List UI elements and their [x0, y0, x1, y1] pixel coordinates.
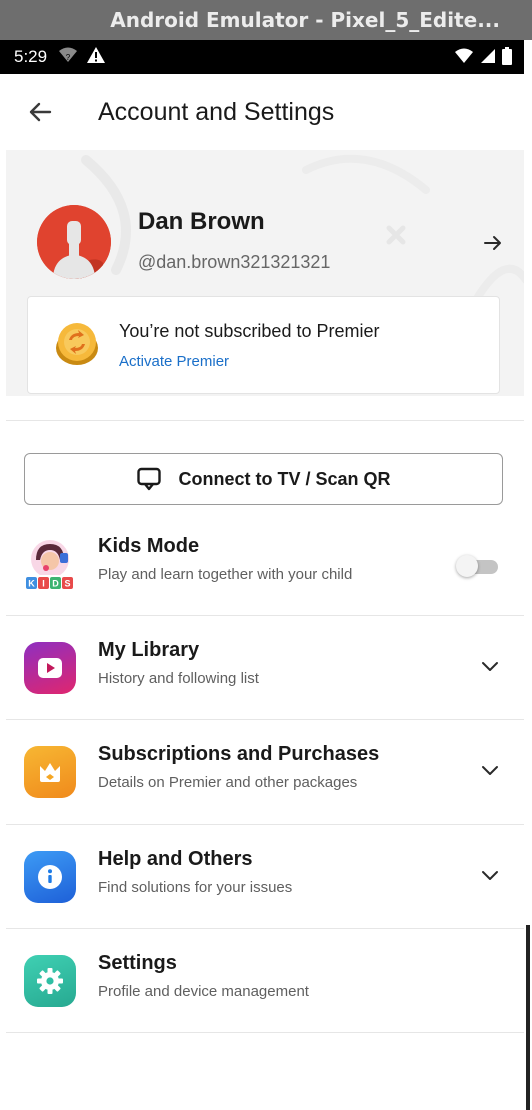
- signal-icon: [481, 49, 495, 63]
- menu-item-subtitle: Details on Premier and other packages: [98, 774, 358, 791]
- menu-item-settings[interactable]: Settings Profile and device management: [0, 929, 524, 1033]
- status-bar: 5:29 ?: [0, 40, 524, 74]
- back-button[interactable]: [24, 96, 56, 128]
- menu-item-title: My Library: [98, 639, 200, 661]
- premier-coin-icon: [56, 323, 98, 365]
- menu-item-subtitle: Play and learn together with your child: [98, 566, 353, 583]
- window-title-bar: Android Emulator - Pixel_5_Edite...: [0, 0, 532, 40]
- subscriptions-icon-tile: [24, 746, 76, 798]
- menu-item-title: Help and Others: [98, 848, 253, 870]
- profile-arrow[interactable]: [480, 230, 506, 256]
- help-icon-tile: [24, 851, 76, 903]
- warning-icon: [87, 47, 105, 63]
- wifi-icon: [455, 48, 473, 63]
- premier-coin: [54, 321, 100, 367]
- menu-item-subtitle: History and following list: [98, 670, 259, 687]
- kids-icon: K I D S: [24, 538, 76, 590]
- connect-tv-button[interactable]: Connect to TV / Scan QR: [24, 453, 503, 505]
- chevron-down-icon[interactable]: [480, 660, 500, 674]
- arrow-right-icon: [484, 236, 501, 250]
- menu-item-kids-mode[interactable]: K I D S Kids Mode Play and learn togethe…: [0, 512, 524, 616]
- chevron-down-icon[interactable]: [480, 869, 500, 883]
- library-icon-tile: [24, 642, 76, 694]
- profile-handle: @dan.brown321321321: [138, 252, 331, 272]
- svg-text:S: S: [64, 579, 70, 589]
- divider: [6, 1032, 524, 1033]
- kids-mode-toggle[interactable]: [456, 555, 500, 577]
- menu-item-title: Kids Mode: [98, 535, 200, 557]
- avatar: [37, 205, 111, 279]
- premier-card[interactable]: You’re not subscribed to Premier Activat…: [27, 296, 500, 394]
- settings-icon-tile: [24, 955, 76, 1007]
- kids-illustration: K I D S: [24, 540, 76, 590]
- page-title: Account and Settings: [98, 98, 335, 126]
- window-title: Android Emulator - Pixel_5_Edite...: [110, 8, 500, 32]
- emulator-edge-shadow: [526, 925, 530, 1110]
- menu-item-title: Subscriptions and Purchases: [98, 743, 380, 765]
- gear-icon: [37, 968, 63, 994]
- connect-tv-label: Connect to TV / Scan QR: [178, 468, 391, 489]
- info-icon: [38, 865, 62, 889]
- svg-text:?: ?: [66, 53, 71, 62]
- app-bar: Account and Settings: [0, 74, 524, 150]
- premier-status: You’re not subscribed to Premier: [119, 321, 380, 341]
- avatar-silhouette-icon: [37, 205, 111, 279]
- menu-item-subtitle: Profile and device management: [98, 983, 309, 1000]
- wifi-question-icon: ?: [59, 47, 77, 62]
- menu-item-subtitle: Find solutions for your issues: [98, 879, 293, 896]
- chevron-down-icon[interactable]: [480, 764, 500, 778]
- svg-text:K: K: [28, 579, 35, 589]
- menu-item-help[interactable]: Help and Others Find solutions for your …: [0, 825, 524, 929]
- menu-item-my-library[interactable]: My Library History and following list: [0, 616, 524, 720]
- tv-icon: [137, 467, 162, 491]
- menu-item-title: Settings: [98, 952, 177, 974]
- crown-icon: [40, 763, 60, 782]
- arrow-left-icon: [29, 102, 52, 122]
- emulator-edge: [524, 40, 532, 1110]
- status-time: 5:29: [14, 47, 48, 66]
- svg-text:I: I: [42, 579, 45, 589]
- play-library-icon: [38, 658, 62, 678]
- menu-item-subscriptions[interactable]: Subscriptions and Purchases Details on P…: [0, 720, 524, 824]
- svg-text:D: D: [52, 579, 59, 589]
- divider: [6, 420, 524, 421]
- profile-name: Dan Brown: [138, 208, 265, 235]
- toggle-knob: [456, 555, 478, 577]
- battery-icon: [502, 47, 512, 65]
- account-settings-screen: Account and Settings Dan Brown @dan.brow…: [0, 74, 524, 1110]
- activate-premier-link[interactable]: Activate Premier: [119, 353, 229, 370]
